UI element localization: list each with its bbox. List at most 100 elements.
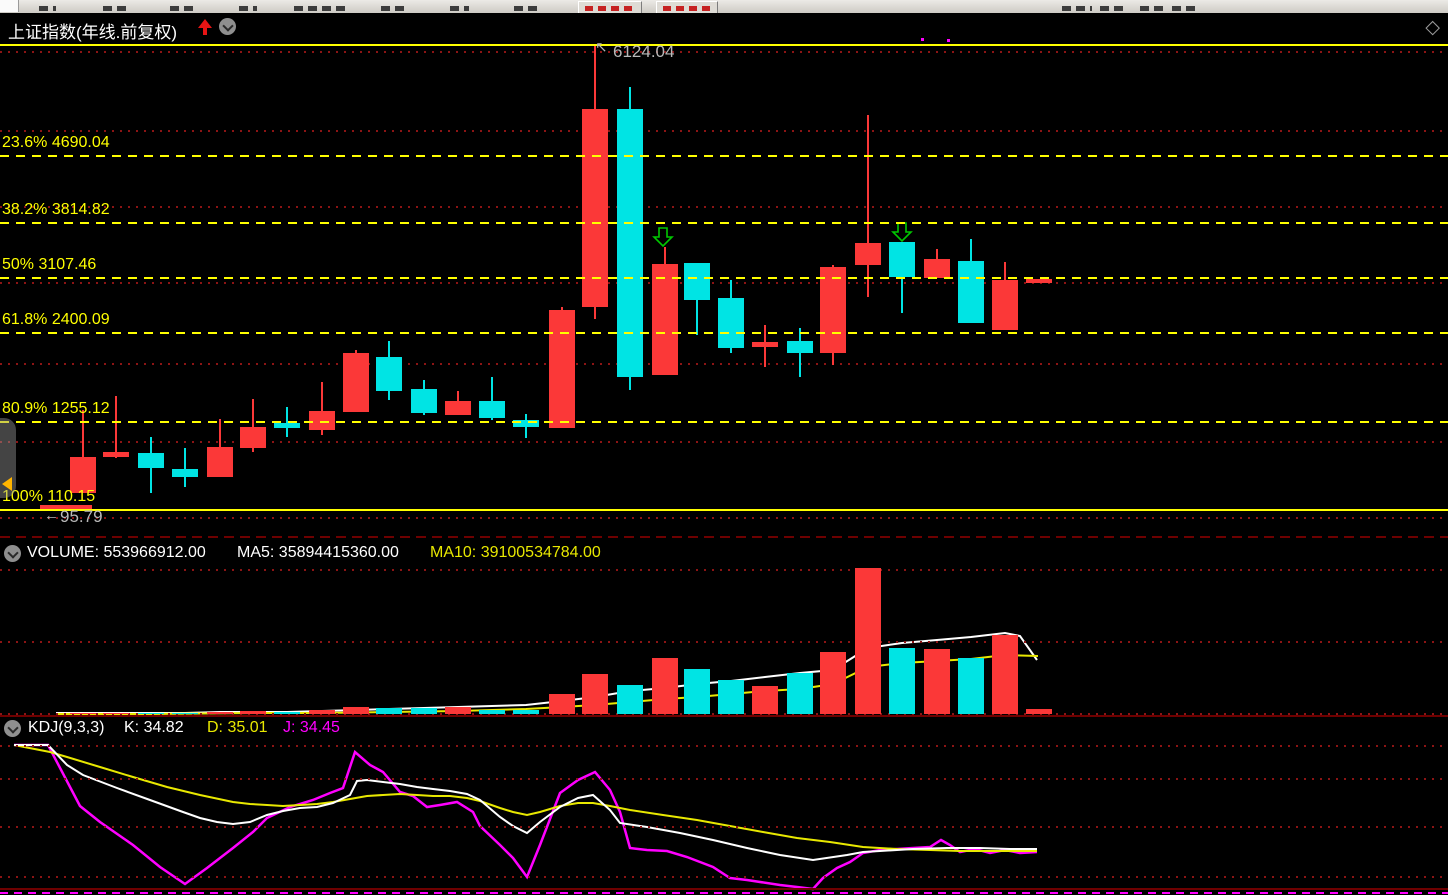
volume-bar <box>513 710 539 714</box>
volume-kdj-separator[interactable] <box>0 715 1448 717</box>
main-gridline <box>0 282 1448 284</box>
candle <box>479 401 505 418</box>
volume-bar <box>479 710 505 714</box>
volume-collapse-icon[interactable] <box>4 545 21 562</box>
peak-pointer-icon: ↖ <box>595 38 608 56</box>
volume-bar <box>1026 709 1052 714</box>
candle <box>376 357 402 391</box>
menu-item-fragment[interactable] <box>103 6 126 11</box>
main-gridline <box>0 363 1448 365</box>
candle <box>343 353 369 412</box>
menu-item-fragment[interactable] <box>450 6 469 11</box>
volume-bar <box>582 674 608 714</box>
candle <box>1026 279 1052 283</box>
magenta-mark <box>947 39 950 42</box>
candle <box>718 298 744 348</box>
kdj-collapse-icon[interactable] <box>4 720 21 737</box>
volume-bar <box>172 713 198 714</box>
diamond-icon[interactable]: ◇ <box>1425 16 1440 39</box>
menu-item-fragment[interactable] <box>39 6 56 11</box>
fib-line <box>0 44 1448 46</box>
kdj-gridline <box>0 876 1448 878</box>
volume-gridline <box>0 641 1448 643</box>
main-gridline <box>0 441 1448 443</box>
candle <box>820 267 846 353</box>
candle <box>411 389 437 413</box>
fib-line <box>0 155 1448 157</box>
main-gridline <box>0 130 1448 132</box>
kdj-panel[interactable] <box>0 717 1448 895</box>
volume-bar <box>343 707 369 714</box>
volume-bar <box>652 658 678 714</box>
menu-item-fragment[interactable] <box>1100 6 1125 11</box>
main-volume-separator[interactable] <box>0 536 1448 538</box>
fib-line <box>0 277 1448 279</box>
chart-title: 上证指数(年线.前复权) <box>8 18 177 43</box>
fib-label: 80.9% 1255.12 <box>2 400 110 418</box>
candle <box>652 264 678 375</box>
volume-bar <box>684 669 710 714</box>
low-price-label: 95.79 <box>60 507 103 527</box>
trading-app-window: 上证指数(年线.前复权) ◇ 23.6% 4690.04 38.2% 3814.8… <box>0 0 1448 895</box>
kdj-gridline <box>0 778 1448 780</box>
kdj-bottom-separator <box>0 888 1448 890</box>
title-chevron-down-icon[interactable] <box>219 18 236 35</box>
main-gridline <box>0 206 1448 208</box>
volume-bar <box>992 635 1018 714</box>
candle <box>207 447 233 477</box>
volume-bar <box>207 712 233 714</box>
low-pointer-icon: ← <box>44 507 59 524</box>
fib-label: 50% 3107.46 <box>2 256 96 274</box>
kdj-gridline <box>0 826 1448 828</box>
volume-bar <box>274 712 300 714</box>
chart-title-bar: 上证指数(年线.前复权) ◇ <box>0 13 1448 41</box>
volume-bar <box>70 713 96 714</box>
volume-bar <box>855 568 881 714</box>
candle <box>172 469 198 477</box>
candle <box>240 427 266 448</box>
peak-price-label: 6124.04 <box>613 42 674 62</box>
volume-bar <box>617 685 643 714</box>
main-gridline <box>0 517 1448 519</box>
kdj-j-value: J: 34.45 <box>283 719 340 737</box>
candle <box>787 341 813 353</box>
volume-bar <box>889 648 915 714</box>
volume-bar <box>752 686 778 714</box>
volume-ma10-value: MA10: 39100534784.00 <box>430 544 601 562</box>
kdj-name: KDJ(9,3,3) <box>28 719 104 737</box>
volume-bar <box>958 658 984 714</box>
menu-item-fragment[interactable] <box>170 6 193 11</box>
menu-item-fragment[interactable] <box>1172 6 1200 11</box>
candle <box>684 263 710 300</box>
volume-value: VOLUME: 553966912.00 <box>27 544 206 562</box>
candle <box>274 423 300 428</box>
fib-label: 23.6% 4690.04 <box>2 134 110 152</box>
fib-line <box>0 332 1448 334</box>
menu-item-fragment[interactable] <box>294 6 345 11</box>
fib-label: 38.2% 3814.82 <box>2 201 110 219</box>
menu-item-fragment[interactable] <box>239 6 257 11</box>
volume-bar <box>138 713 164 714</box>
volume-gridline <box>0 569 1448 571</box>
volume-bar <box>240 711 266 714</box>
candle <box>445 401 471 415</box>
menu-logo-box <box>0 0 19 12</box>
volume-bar <box>309 710 335 714</box>
fib-line <box>0 509 1448 511</box>
menu-bar[interactable] <box>0 0 1448 14</box>
menu-item-fragment[interactable] <box>514 6 537 11</box>
menu-item-fragment[interactable] <box>1062 6 1092 11</box>
volume-bar <box>787 673 813 714</box>
window-bottom-edge <box>0 892 1448 894</box>
candle <box>103 452 129 457</box>
kdj-k-value: K: 34.82 <box>124 719 184 737</box>
candle <box>855 243 881 265</box>
volume-bar <box>376 708 402 714</box>
menu-item-fragment[interactable] <box>381 6 404 11</box>
main-gridline <box>0 51 1448 53</box>
candle <box>617 109 643 377</box>
candle <box>992 280 1018 330</box>
candle-wick <box>867 115 869 297</box>
volume-bar <box>103 713 129 714</box>
menu-item-fragment[interactable] <box>1140 6 1168 11</box>
